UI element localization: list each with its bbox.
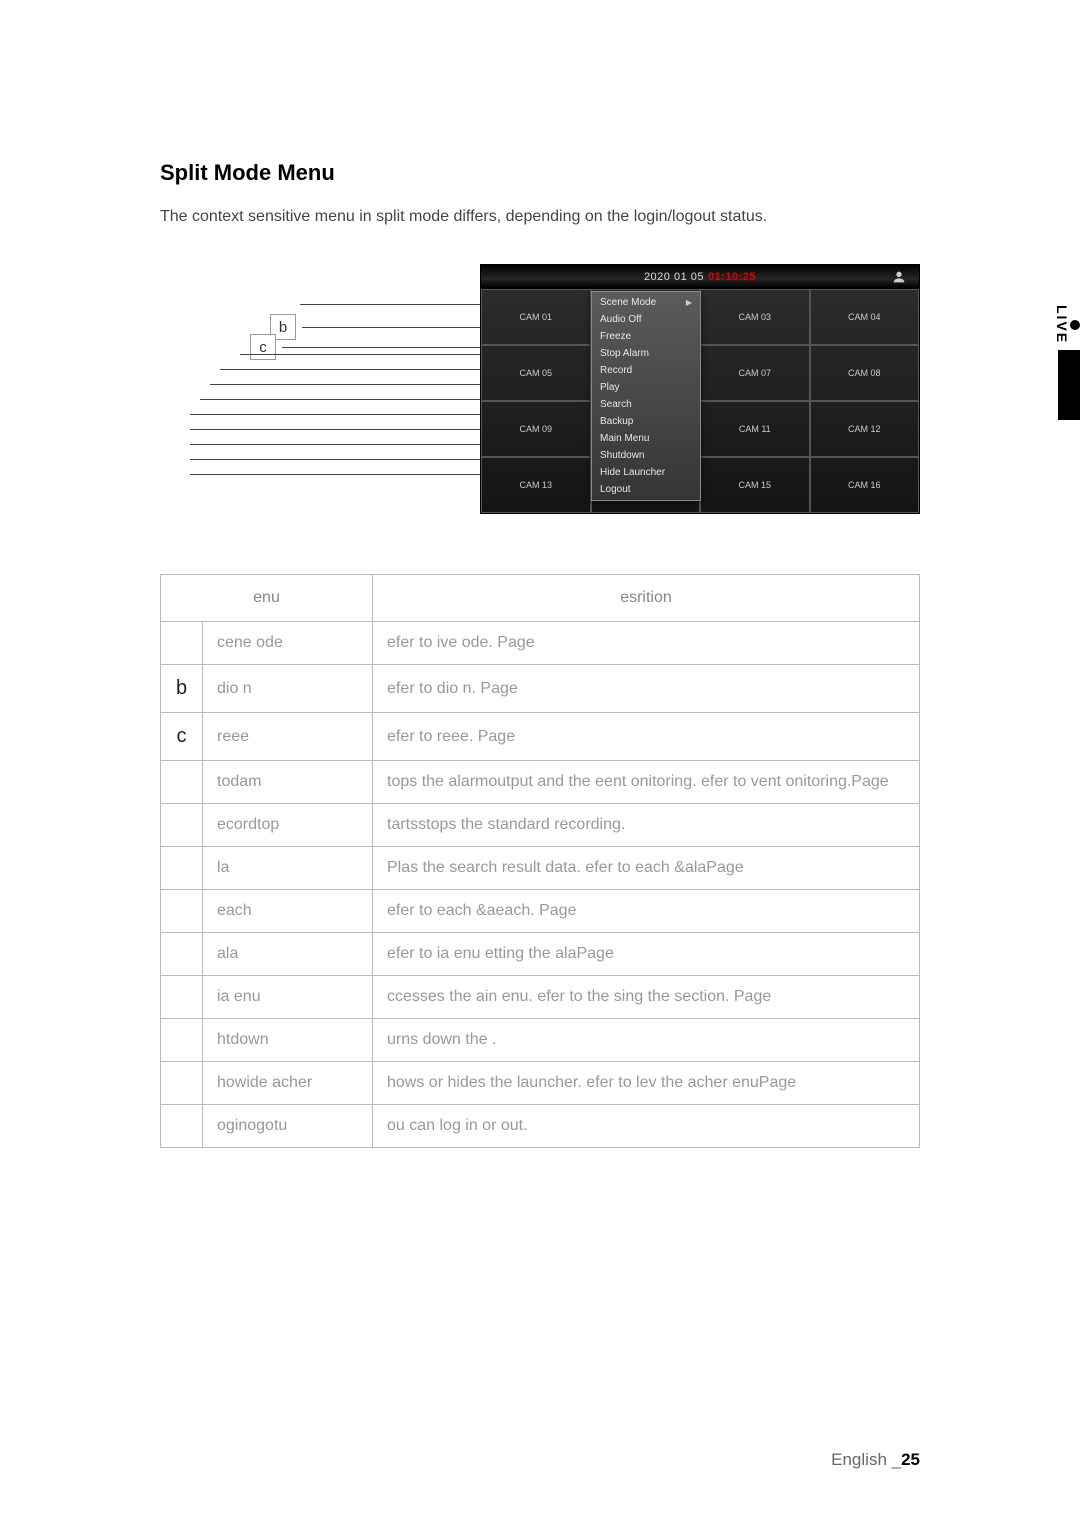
footer-lang: English _ [831,1450,901,1469]
row-name: oginogotu [203,1105,373,1148]
side-dot [1070,320,1080,330]
table-row: todamtops the alarmoutput and the eent o… [161,761,920,804]
row-desc: tartsstops the standard recording. [373,804,920,847]
row-name: cene ode [203,622,373,665]
footer-page: 25 [901,1450,920,1469]
cam-07: CAM 07 [700,345,810,401]
menu-record[interactable]: Record [592,362,700,379]
section-heading: Split Mode Menu [160,160,920,186]
menu-scene-mode[interactable]: Scene Mode▶ [592,294,700,311]
cam-09: CAM 09 [481,401,591,457]
timestamp-time: 01:10:25 [708,271,756,283]
context-menu[interactable]: Scene Mode▶ Audio Off Freeze Stop Alarm … [591,291,701,501]
menu-stop-alarm[interactable]: Stop Alarm [592,345,700,362]
row-desc: efer to dio n. Page [373,665,920,713]
row-name: dio n [203,665,373,713]
menu-freeze[interactable]: Freeze [592,328,700,345]
menu-play[interactable]: Play [592,379,700,396]
row-name: howide acher [203,1062,373,1105]
callouts: b c [160,264,480,524]
menu-main-menu[interactable]: Main Menu [592,430,700,447]
table-row: laPlas the search result data. efer to e… [161,847,920,890]
cam-15: CAM 15 [700,457,810,513]
row-desc: hows or hides the launcher. efer to lev … [373,1062,920,1105]
cam-05: CAM 05 [481,345,591,401]
table-row: oginogotuou can log in or out. [161,1105,920,1148]
cam-12: CAM 12 [810,401,920,457]
th-desc: esrition [373,575,920,622]
row-letter [161,847,203,890]
side-black-bar [1058,350,1080,420]
table-row: howide acherhows or hides the launcher. … [161,1062,920,1105]
side-tab-label: LIVE [1054,305,1070,344]
row-letter [161,1062,203,1105]
timestamp-date: 2020 01 05 [644,271,704,283]
row-letter [161,761,203,804]
dvr-screenshot: 2020 01 05 01:10:25 CAM 01 CAM 03 CAM 04… [480,264,920,514]
table-row: eachefer to each &aeach. Page [161,890,920,933]
row-desc: efer to each &aeach. Page [373,890,920,933]
cam-11: CAM 11 [700,401,810,457]
row-name: each [203,890,373,933]
table-row: ia enuccesses the ain enu. efer to the s… [161,976,920,1019]
user-icon [891,269,907,285]
row-letter [161,1019,203,1062]
cam-01: CAM 01 [481,289,591,345]
cam-08: CAM 08 [810,345,920,401]
row-desc: efer to ia enu etting the alaPage [373,933,920,976]
table-row: alaefer to ia enu etting the alaPage [161,933,920,976]
menu-backup[interactable]: Backup [592,413,700,430]
row-name: ia enu [203,976,373,1019]
row-letter [161,976,203,1019]
row-letter [161,1105,203,1148]
table-row: creeeefer to reee. Page [161,713,920,761]
menu-audio-off[interactable]: Audio Off [592,311,700,328]
cam-16: CAM 16 [810,457,920,513]
table-row: bdio nefer to dio n. Page [161,665,920,713]
menu-logout[interactable]: Logout [592,481,700,498]
cam-03: CAM 03 [700,289,810,345]
page-footer: English _25 [831,1450,920,1470]
figure: b c 2020 01 05 01:10:25 [160,264,920,524]
row-name: ecordtop [203,804,373,847]
row-desc: Plas the search result data. efer to eac… [373,847,920,890]
row-letter [161,890,203,933]
menu-search[interactable]: Search [592,396,700,413]
row-name: todam [203,761,373,804]
row-name: reee [203,713,373,761]
table-row: cene odeefer to ive ode. Page [161,622,920,665]
table-row: htdownurns down the . [161,1019,920,1062]
row-letter: b [161,665,203,713]
row-desc: ccesses the ain enu. efer to the sing th… [373,976,920,1019]
row-desc: tops the alarmoutput and the eent onitor… [373,761,920,804]
row-desc: urns down the . [373,1019,920,1062]
menu-hide-launcher[interactable]: Hide Launcher [592,464,700,481]
table-row: ecordtoptartsstops the standard recordin… [161,804,920,847]
row-name: htdown [203,1019,373,1062]
row-desc: ou can log in or out. [373,1105,920,1148]
th-menu: enu [161,575,373,622]
row-desc: efer to reee. Page [373,713,920,761]
chevron-right-icon: ▶ [686,296,692,309]
row-name: la [203,847,373,890]
row-letter [161,622,203,665]
cam-04: CAM 04 [810,289,920,345]
menu-description-table: enu esrition cene odeefer to ive ode. Pa… [160,574,920,1148]
row-desc: efer to ive ode. Page [373,622,920,665]
cam-13: CAM 13 [481,457,591,513]
section-intro: The context sensitive menu in split mode… [160,208,920,226]
row-name: ala [203,933,373,976]
callout-letter-c: c [250,334,276,360]
row-letter [161,804,203,847]
screenshot-header: 2020 01 05 01:10:25 [481,265,919,289]
row-letter: c [161,713,203,761]
menu-shutdown[interactable]: Shutdown [592,447,700,464]
row-letter [161,933,203,976]
